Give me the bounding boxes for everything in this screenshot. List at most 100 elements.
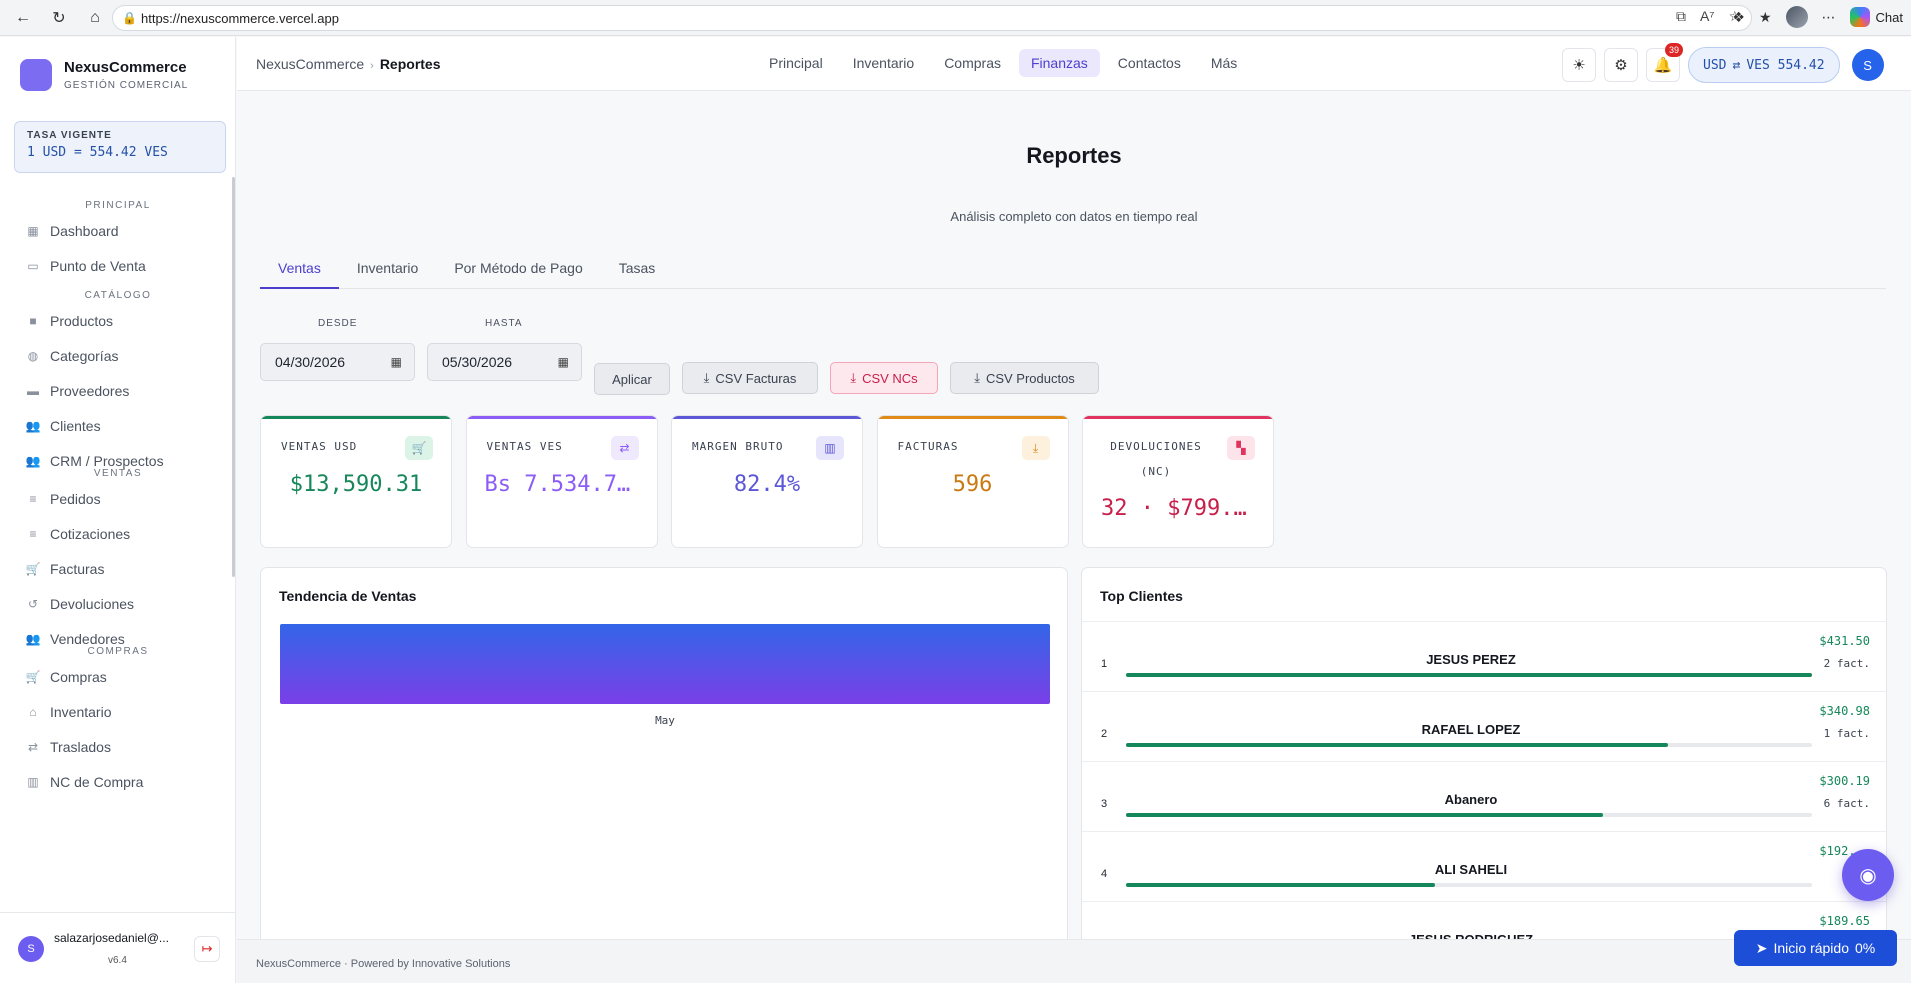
sidebar: NexusCommerce GESTIÓN COMERCIAL TASA VIG…: [0, 37, 236, 983]
chat-bubble-icon: ◉: [1859, 864, 1877, 887]
top-nav-item[interactable]: Contactos: [1106, 49, 1193, 77]
chat-fab-button[interactable]: ◉: [1842, 849, 1894, 901]
breadcrumb: NexusCommerce › Reportes: [256, 56, 441, 72]
csv-ncs-button[interactable]: ⤓ CSV NCs: [830, 362, 938, 394]
from-date-input[interactable]: 04/30/2026 ▦: [260, 343, 415, 381]
report-tab[interactable]: Tasas: [601, 254, 674, 289]
brand-logo: [20, 59, 52, 91]
sidebar-item[interactable]: ▦ Dashboard: [26, 223, 118, 239]
calendar-icon[interactable]: ▦: [391, 355, 402, 369]
client-row[interactable]: 2 RAFAEL LOPEZ $340.98 1 fact.: [1082, 692, 1886, 762]
sidebar-item[interactable]: 👥 CRM / Prospectos: [26, 453, 164, 469]
sidebar-item[interactable]: ▥ NC de Compra: [26, 774, 143, 790]
report-tab[interactable]: Por Método de Pago: [436, 254, 600, 289]
rate-pill[interactable]: USD ⇄ VES 554.42: [1688, 47, 1840, 83]
quick-start-button[interactable]: ➤ Inicio rápido 0%: [1734, 930, 1897, 966]
brand-subtitle: GESTIÓN COMERCIAL: [64, 80, 189, 91]
notifications-button[interactable]: 🔔 39: [1646, 43, 1683, 82]
kpi-card: FACTURAS ⤓ 596: [876, 415, 1069, 548]
warehouse-icon: ⌂: [29, 705, 37, 719]
more-icon[interactable]: ⋯: [1822, 9, 1836, 26]
client-row[interactable]: 4ALI SAHELI$192...2...: [1082, 832, 1886, 902]
back-icon[interactable]: ←: [10, 5, 36, 31]
favorites-icon[interactable]: ★: [1759, 9, 1772, 26]
top-nav-item[interactable]: Compras: [932, 49, 1013, 77]
sidebar-item[interactable]: ▭ Punto de Venta: [26, 258, 145, 274]
client-row[interactable]: 1 JESUS PEREZ $431.50 2 fact.: [1082, 622, 1886, 692]
top-nav-item[interactable]: Más: [1199, 49, 1249, 77]
sidebar-scrollbar[interactable]: [232, 177, 235, 577]
swap-icon: ⇄: [610, 436, 639, 460]
csv-products-label: CSV Productos: [985, 370, 1075, 386]
breadcrumb-root[interactable]: NexusCommerce: [256, 56, 364, 72]
chart-icon: ▥: [816, 436, 844, 460]
cart-icon: 🛒: [25, 562, 41, 576]
rate-pill-to: VES 554.42: [1746, 57, 1825, 73]
open-app-icon[interactable]: ⧉: [1676, 8, 1686, 25]
brand[interactable]: NexusCommerce GESTIÓN COMERCIAL: [20, 59, 188, 91]
sidebar-item[interactable]: ▬ Proveedores: [26, 383, 129, 399]
client-row[interactable]: 3 Abanero $300.19 6 fact.: [1082, 762, 1886, 832]
csv-invoices-button[interactable]: ⤓ CSV Facturas: [682, 362, 818, 394]
client-share-track: [1126, 673, 1812, 677]
extensions-icon[interactable]: ❖: [1732, 9, 1745, 26]
sidebar-item[interactable]: ↺ Devoluciones: [26, 596, 134, 612]
sidebar-item[interactable]: ◍ Categorías: [26, 348, 119, 364]
logout-icon: ↦: [201, 941, 213, 956]
client-rank: 1: [1101, 658, 1108, 670]
nav-section-title: CATÁLOGO: [84, 290, 152, 301]
refresh-icon[interactable]: ↻: [46, 5, 72, 31]
sidebar-item[interactable]: 👥 Clientes: [26, 418, 101, 434]
nav-section-title: PRINCIPAL: [85, 200, 151, 211]
notification-badge: 39: [1664, 43, 1683, 57]
sidebar-item[interactable]: 🛒 Facturas: [25, 561, 105, 577]
client-share-track: [1126, 743, 1812, 747]
csv-products-button[interactable]: ⤓ CSV Productos: [950, 362, 1099, 394]
copilot-chat-button[interactable]: Chat: [1849, 7, 1903, 27]
client-rank: 2: [1101, 728, 1108, 740]
kpi-accent-bar: [466, 416, 657, 419]
nav-section-title: VENTAS: [93, 468, 143, 479]
sidebar-item-label: CRM / Prospectos: [50, 453, 164, 469]
blocks-icon: ▚: [1227, 436, 1255, 460]
apply-button[interactable]: Aplicar: [594, 363, 670, 395]
top-nav-item[interactable]: Finanzas: [1018, 49, 1100, 77]
sidebar-item[interactable]: 👥 Vendedores: [26, 631, 125, 647]
sidebar-item[interactable]: ≡ Pedidos: [26, 491, 101, 507]
home-icon[interactable]: ⌂: [82, 5, 108, 31]
cart-icon: 🛒: [405, 436, 433, 460]
quick-start-progress: 0%: [1855, 940, 1876, 956]
to-label: HASTA: [485, 318, 523, 329]
profile-avatar[interactable]: [1785, 6, 1808, 28]
report-tab[interactable]: Ventas: [260, 254, 339, 289]
sidebar-item[interactable]: 🛒 Compras: [26, 669, 107, 685]
top-nav-item[interactable]: Principal: [757, 49, 835, 77]
read-aloud-icon[interactable]: A⁷: [1700, 8, 1714, 25]
sidebar-item-label: Pedidos: [50, 491, 101, 507]
user-avatar[interactable]: S: [18, 936, 44, 962]
client-amount: $340.98: [1819, 704, 1870, 718]
sidebar-item[interactable]: ■ Productos: [26, 313, 113, 329]
theme-toggle-button[interactable]: ☀: [1562, 48, 1596, 82]
trend-bar[interactable]: [280, 624, 1050, 704]
sidebar-item[interactable]: ⇄ Traslados: [26, 739, 111, 755]
user-email: salazarjosedaniel@...: [54, 931, 169, 945]
rate-pill-from: USD: [1703, 57, 1727, 73]
report-tab[interactable]: Inventario: [339, 254, 436, 289]
footer-text: NexusCommerce · Powered by Innovative So…: [256, 958, 511, 970]
settings-button[interactable]: ⚙: [1604, 48, 1638, 82]
from-date-value: 04/30/2026: [275, 354, 346, 370]
brand-name: NexusCommerce: [64, 59, 187, 76]
address-bar[interactable]: 🔒 https://nexuscommerce.vercel.app: [112, 5, 1752, 31]
calendar-icon[interactable]: ▦: [558, 355, 569, 369]
header-avatar[interactable]: S: [1851, 49, 1884, 81]
logout-button[interactable]: ↦: [194, 936, 220, 962]
card-icon: ▭: [27, 259, 39, 273]
sidebar-item[interactable]: ⌂ Inventario: [26, 704, 111, 720]
sidebar-item-label: Productos: [50, 313, 114, 329]
rate-value: 1 USD = 554.42 VES: [27, 145, 168, 160]
to-date-input[interactable]: 05/30/2026 ▦: [427, 343, 582, 381]
people-icon: 👥: [25, 632, 41, 646]
sidebar-item[interactable]: ≡ Cotizaciones: [26, 526, 130, 542]
top-nav-item[interactable]: Inventario: [841, 49, 926, 77]
